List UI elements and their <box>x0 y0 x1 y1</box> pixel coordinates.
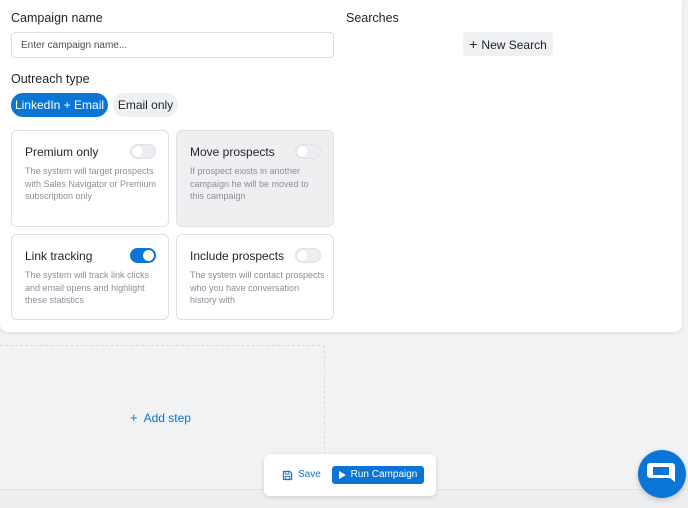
toggle-knob <box>143 250 154 261</box>
include-prospects-description: The system will contact prospects who yo… <box>190 270 325 305</box>
run-campaign-button[interactable]: Run Campaign <box>332 466 424 484</box>
plus-icon: + <box>130 410 138 425</box>
link-tracking-description: The system will track link clicks and em… <box>25 270 150 305</box>
save-label: Save <box>298 469 321 480</box>
save-button[interactable]: Save <box>282 466 321 484</box>
outreach-type-label: Outreach type <box>11 72 90 86</box>
premium-only-description: The system will target prospects with Sa… <box>25 166 157 201</box>
plus-icon: + <box>469 36 478 52</box>
chat-bubble-icon <box>647 463 675 482</box>
run-campaign-label: Run Campaign <box>350 469 418 480</box>
toggle-knob <box>297 250 308 261</box>
add-step-label: Add step <box>143 411 191 425</box>
outreach-linkedin-email-option[interactable]: LinkedIn + Email <box>11 93 108 117</box>
new-search-button[interactable]: + New Search <box>463 32 553 56</box>
include-prospects-title: Include prospects <box>190 249 285 263</box>
move-prospects-card: Move prospects If prospect exists in ano… <box>176 130 334 227</box>
premium-only-card: Premium only The system will target pros… <box>11 130 169 227</box>
link-tracking-card: Link tracking The system will track link… <box>11 234 169 320</box>
link-tracking-title: Link tracking <box>25 249 93 263</box>
link-tracking-toggle[interactable] <box>130 248 156 263</box>
add-step-button[interactable]: + Add step <box>130 410 191 425</box>
campaign-settings-card: Campaign name Searches +New Search Outre… <box>0 0 682 332</box>
include-prospects-toggle[interactable] <box>295 248 321 263</box>
new-search-label: New Search <box>481 38 547 52</box>
action-bar: Save Run Campaign <box>264 454 436 496</box>
floppy-disk-icon <box>282 470 293 480</box>
campaign-name-label: Campaign name <box>11 11 103 25</box>
campaign-name-input[interactable] <box>11 32 334 58</box>
outreach-email-only-option[interactable]: Email only <box>113 93 178 117</box>
move-prospects-title: Move prospects <box>190 145 275 159</box>
move-prospects-description: If prospect exists in another campaign h… <box>190 166 309 201</box>
premium-only-title: Premium only <box>25 145 99 159</box>
toggle-knob <box>132 146 143 157</box>
toggle-knob <box>297 146 308 157</box>
include-prospects-card: Include prospects The system will contac… <box>176 234 334 320</box>
premium-only-toggle[interactable] <box>130 144 156 159</box>
move-prospects-toggle[interactable] <box>295 144 321 159</box>
searches-label: Searches <box>346 11 399 25</box>
play-icon <box>338 471 346 479</box>
chat-widget-button[interactable] <box>638 450 686 498</box>
